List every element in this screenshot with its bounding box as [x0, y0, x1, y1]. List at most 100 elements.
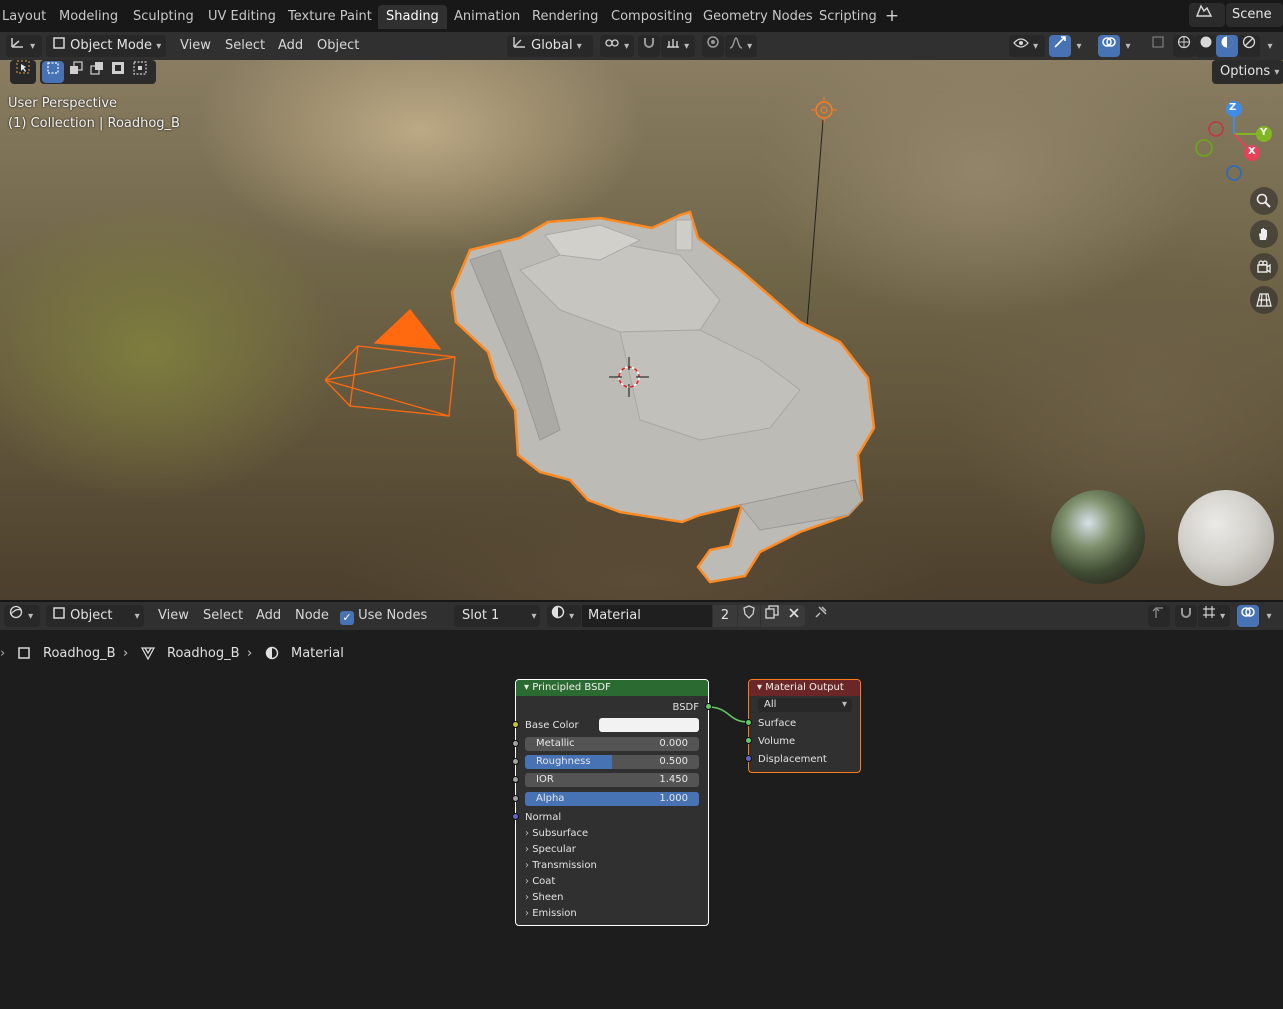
base-color-socket[interactable]: [512, 721, 519, 728]
falloff-dropdown[interactable]: ▾: [725, 35, 757, 57]
overlays-toggle-icon[interactable]: [1098, 35, 1120, 57]
node-menu-node[interactable]: Node: [295, 605, 329, 627]
hdri-diffuse-sphere: [1178, 490, 1274, 586]
ior-socket[interactable]: [512, 776, 519, 783]
shader-type-dropdown[interactable]: Object ▾: [46, 605, 144, 627]
panel-transmission[interactable]: › Transmission: [525, 860, 597, 871]
snap-target-dropdown[interactable]: ▾: [661, 35, 695, 57]
tab-texture-paint[interactable]: Texture Paint: [280, 5, 380, 29]
shading-dropdown-chevron-icon[interactable]: ▾: [1262, 35, 1278, 57]
fake-user-shield-icon[interactable]: [738, 605, 760, 627]
zoom-icon[interactable]: [1250, 187, 1278, 215]
tab-modeling[interactable]: Modeling: [51, 5, 126, 29]
camera-object[interactable]: [324, 309, 456, 417]
base-color-swatch[interactable]: [599, 718, 699, 732]
pin-icon[interactable]: [810, 605, 832, 627]
tab-scripting[interactable]: Scripting: [811, 5, 885, 29]
tab-uv-editing[interactable]: UV Editing: [200, 5, 284, 29]
gizmo-dropdown-chevron-icon[interactable]: ▾: [1071, 35, 1087, 57]
xray-toggle-icon[interactable]: [1147, 35, 1169, 57]
material-user-count[interactable]: 2: [713, 605, 737, 627]
ior-field[interactable]: IOR 1.450: [525, 773, 699, 787]
wireframe-shading-icon[interactable]: [1173, 35, 1195, 57]
parent-node-tree-icon[interactable]: [1148, 605, 1170, 627]
node-menu-select[interactable]: Select: [203, 605, 243, 627]
alpha-slider[interactable]: Alpha 1.000: [525, 792, 699, 806]
checkbox-checked-icon[interactable]: ✓: [340, 611, 354, 625]
bsdf-output-socket[interactable]: [705, 703, 712, 710]
panel-sheen[interactable]: › Sheen: [525, 892, 564, 903]
tab-rendering[interactable]: Rendering: [524, 5, 606, 29]
material-name-field[interactable]: Material: [582, 605, 712, 627]
node-overlays-toggle-icon[interactable]: [1237, 605, 1259, 627]
normal-socket[interactable]: [512, 813, 519, 820]
surface-input-label: Surface: [758, 718, 797, 729]
material-output-node[interactable]: ▾ Material Output All ▾ Surface Volume D…: [748, 679, 861, 773]
principled-bsdf-header[interactable]: ▾ Principled BSDF: [516, 680, 708, 696]
tab-geometry-nodes[interactable]: Geometry Nodes: [695, 5, 821, 29]
breadcrumb-chevron-icon: ›: [247, 646, 253, 661]
roughness-socket[interactable]: [512, 758, 519, 765]
volume-input-socket[interactable]: [745, 737, 752, 744]
pivot-point-dropdown[interactable]: ▾: [600, 35, 634, 57]
camera-view-icon[interactable]: [1250, 253, 1278, 281]
overlays-dropdown-chevron-icon[interactable]: ▾: [1120, 35, 1136, 57]
chevron-down-icon: ▾: [684, 41, 690, 52]
pan-hand-icon[interactable]: [1250, 220, 1278, 248]
rendered-shading-icon[interactable]: [1238, 35, 1260, 57]
solid-shading-icon[interactable]: [1195, 35, 1217, 57]
node-snap-target-dropdown[interactable]: ▾: [1198, 605, 1230, 627]
output-target-dropdown[interactable]: All ▾: [758, 698, 852, 712]
pivot-icon: [604, 38, 624, 53]
tab-layout[interactable]: Layout: [0, 5, 54, 29]
tab-shading[interactable]: Shading: [378, 5, 447, 29]
add-workspace-icon[interactable]: +: [882, 6, 902, 26]
chevron-right-icon: ›: [525, 908, 529, 919]
surface-input-socket[interactable]: [745, 719, 752, 726]
panel-specular[interactable]: › Specular: [525, 844, 576, 855]
slot-dropdown[interactable]: Slot 1 ▾: [454, 605, 540, 627]
unlink-material-close-icon[interactable]: [783, 605, 805, 627]
visibility-dropdown[interactable]: ▾: [1009, 35, 1045, 57]
tab-compositing[interactable]: Compositing: [603, 5, 701, 29]
node-snap-icon[interactable]: [1175, 605, 1197, 627]
displacement-input-socket[interactable]: [745, 755, 752, 762]
tab-sculpting[interactable]: Sculpting: [125, 5, 202, 29]
metallic-slider[interactable]: Metallic 0.000: [525, 737, 699, 751]
panel-coat[interactable]: › Coat: [525, 876, 555, 887]
tab-animation[interactable]: Animation: [446, 5, 528, 29]
use-nodes-toggle[interactable]: ✓ Use Nodes: [340, 605, 427, 627]
ortho-grid-icon[interactable]: [1250, 286, 1278, 314]
node-overlays-chevron-icon[interactable]: ▾: [1261, 605, 1277, 627]
menu-view[interactable]: View: [180, 35, 211, 57]
collapse-chevron-icon[interactable]: ▾: [757, 682, 762, 693]
roughness-slider[interactable]: Roughness 0.500: [525, 755, 699, 769]
mode-dropdown[interactable]: Object Mode ▾: [46, 35, 166, 57]
snap-toggle-icon[interactable]: [638, 35, 660, 57]
scene-selector-button[interactable]: [1189, 3, 1225, 27]
metallic-socket[interactable]: [512, 740, 519, 747]
transform-orientation-dropdown[interactable]: Global ▾: [507, 35, 593, 57]
alpha-socket[interactable]: [512, 795, 519, 802]
material-preview-shading-icon[interactable]: [1216, 35, 1238, 57]
material-output-header[interactable]: ▾ Material Output: [749, 680, 860, 696]
roadhog-mesh-object[interactable]: [450, 210, 876, 584]
menu-select[interactable]: Select: [225, 35, 265, 57]
principled-bsdf-node[interactable]: ▾ Principled BSDF BSDF Base Color Metall…: [515, 679, 709, 926]
panel-emission[interactable]: › Emission: [525, 908, 577, 919]
gizmo-toggle-icon[interactable]: [1049, 35, 1071, 57]
menu-object[interactable]: Object: [317, 35, 359, 57]
node-editor-type-button[interactable]: ▾: [4, 605, 40, 627]
3d-viewport[interactable]: Options ▾ User Perspective (1) Collectio…: [0, 60, 1283, 601]
node-menu-add[interactable]: Add: [256, 605, 281, 627]
collapse-chevron-icon[interactable]: ▾: [524, 682, 529, 693]
new-material-copy-icon[interactable]: [761, 605, 783, 627]
menu-add[interactable]: Add: [278, 35, 303, 57]
proportional-editing-icon[interactable]: [702, 35, 724, 57]
scene-name-field[interactable]: Scene: [1226, 3, 1283, 27]
node-menu-view[interactable]: View: [158, 605, 189, 627]
panel-subsurface[interactable]: › Subsurface: [525, 828, 588, 839]
bsdf-to-surface-link[interactable]: [707, 706, 749, 723]
browse-material-button[interactable]: ▾: [547, 605, 581, 627]
editor-type-button[interactable]: ▾: [6, 35, 42, 57]
